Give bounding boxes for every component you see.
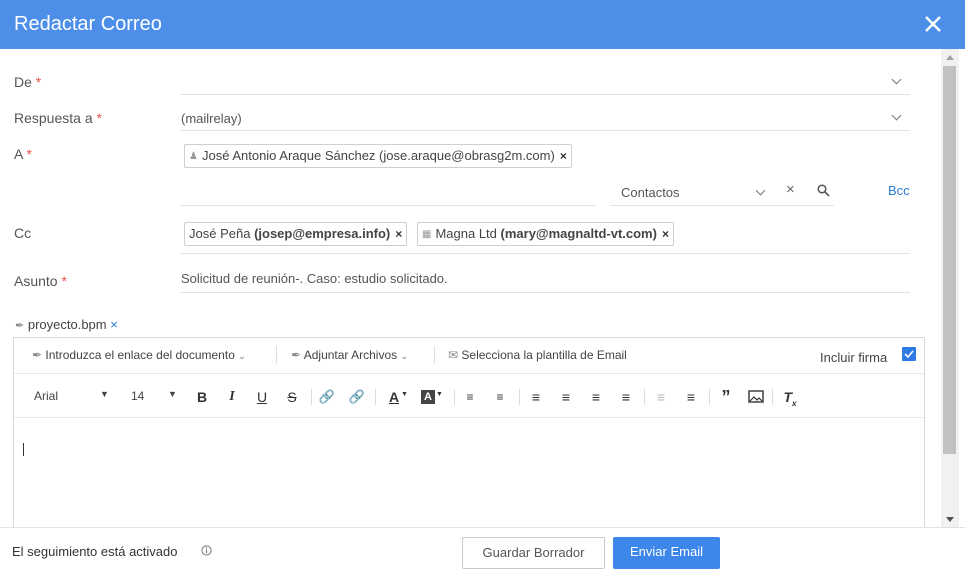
info-icon[interactable] — [201, 545, 212, 556]
paperclip-icon: ✒ — [15, 320, 25, 332]
save-draft-button[interactable]: Guardar Borrador — [462, 537, 605, 569]
font-color-caret-icon[interactable]: ▼ — [401, 391, 408, 398]
align-left-icon[interactable]: ≡ — [526, 387, 546, 407]
remove-recipient-icon[interactable]: × — [560, 145, 567, 167]
italic-icon[interactable]: I — [222, 387, 242, 407]
contacts-select[interactable]: Contactos — [621, 185, 680, 200]
font-size-select[interactable]: 14 — [131, 389, 144, 403]
send-email-button[interactable]: Enviar Email — [613, 537, 720, 569]
remove-cc-icon[interactable]: × — [395, 223, 402, 245]
signature-checkbox[interactable] — [902, 347, 916, 361]
formatting-toolbar: Arial ▼ 14 ▼ B I U S 🔗 🔗 A ▼ A ▼ ≡ ≡ ≡ ≡… — [14, 375, 924, 418]
clear-formatting-icon[interactable]: Tx — [780, 387, 800, 408]
editor-top-toolbar: ✒ Introduzca el enlace del documento ⌄ ✒… — [14, 338, 924, 374]
close-icon[interactable] — [923, 14, 943, 34]
from-select[interactable] — [180, 69, 910, 95]
scrollbar[interactable] — [941, 49, 959, 527]
indent-icon[interactable]: ≡ — [681, 387, 701, 407]
cc-chip[interactable]: José Peña (josep@empresa.info) × — [184, 222, 408, 246]
signature-label: Incluir firma — [820, 350, 888, 365]
cc-label: Cc — [14, 225, 32, 241]
tracking-status: El seguimiento está activado — [12, 544, 178, 559]
outdent-icon[interactable]: ≡ — [651, 387, 671, 407]
align-center-icon[interactable]: ≡ — [556, 387, 576, 407]
highlight-color-icon[interactable]: A — [421, 390, 435, 404]
search-icon[interactable] — [817, 184, 830, 197]
scrollbar-thumb[interactable] — [943, 66, 956, 454]
unlink-icon[interactable]: 🔗 — [347, 387, 367, 407]
text-cursor — [23, 443, 24, 456]
link-icon: ✒ — [32, 348, 43, 362]
link-icon[interactable]: 🔗 — [317, 387, 337, 407]
underline-icon[interactable]: U — [252, 387, 272, 407]
font-family-select[interactable]: Arial — [34, 389, 58, 403]
building-icon: ▦ — [422, 228, 432, 240]
dialog-header: Redactar Correo — [0, 0, 965, 49]
dialog-title: Redactar Correo — [14, 13, 162, 35]
reply-to-label: Respuesta a * — [14, 110, 102, 126]
subject-input[interactable]: Solicitud de reunión-. Caso: estudio sol… — [181, 271, 448, 286]
attachment-name: proyecto.bpm — [27, 317, 107, 332]
remove-cc-icon[interactable]: × — [662, 223, 669, 245]
dialog-footer: El seguimiento está activado Guardar Bor… — [0, 527, 965, 573]
font-family-caret-icon[interactable]: ▼ — [100, 389, 109, 399]
reply-to-select[interactable]: (mailrelay) — [181, 111, 242, 126]
email-editor: ✒ Introduzca el enlace del documento ⌄ ✒… — [13, 337, 925, 527]
doc-link-dropdown[interactable]: ✒ Introduzca el enlace del documento ⌄ — [32, 348, 246, 362]
cc-chip[interactable]: ▦ Magna Ltd (mary@magnaltd-vt.com) × — [417, 222, 674, 246]
recipient-chip[interactable]: ♟ José Antonio Araque Sánchez (jose.araqu… — [184, 144, 572, 168]
align-right-icon[interactable]: ≡ — [586, 387, 606, 407]
person-icon: ♟ — [189, 150, 198, 162]
editor-body[interactable] — [14, 419, 924, 527]
reply-to-chevron-down-icon[interactable] — [891, 110, 902, 121]
envelope-icon: ✉ — [448, 348, 459, 362]
remove-attachment-icon[interactable]: × — [110, 317, 118, 332]
image-icon[interactable] — [748, 390, 764, 403]
paperclip-icon: ✒ — [291, 348, 302, 362]
to-label: A * — [14, 146, 32, 162]
scroll-up-icon[interactable] — [946, 55, 954, 60]
quote-icon[interactable]: ” — [716, 387, 736, 407]
compose-form: De * Respuesta a * (mailrelay) A * ♟ José… — [0, 49, 943, 527]
scroll-down-icon[interactable] — [946, 517, 954, 522]
justify-icon[interactable]: ≡ — [616, 387, 636, 407]
email-template-button[interactable]: ✉ Selecciona la plantilla de Email — [448, 348, 627, 362]
strikethrough-icon[interactable]: S — [282, 387, 302, 407]
clear-contacts-icon[interactable]: × — [786, 181, 795, 198]
numbered-list-icon[interactable]: ≡ — [460, 387, 480, 407]
attach-files-dropdown[interactable]: ✒ Adjuntar Archivos ⌄ — [291, 348, 408, 362]
bullet-list-icon[interactable]: ≡ — [490, 387, 510, 407]
highlight-caret-icon[interactable]: ▼ — [436, 391, 443, 398]
font-size-caret-icon[interactable]: ▼ — [168, 389, 177, 399]
bcc-link[interactable]: Bcc — [888, 183, 910, 198]
bold-icon[interactable]: B — [192, 387, 212, 407]
attachment-item[interactable]: ✒ proyecto.bpm × — [15, 317, 118, 332]
contacts-chevron-down-icon[interactable] — [755, 185, 766, 196]
from-label: De * — [14, 74, 42, 90]
subject-label: Asunto * — [14, 273, 67, 289]
